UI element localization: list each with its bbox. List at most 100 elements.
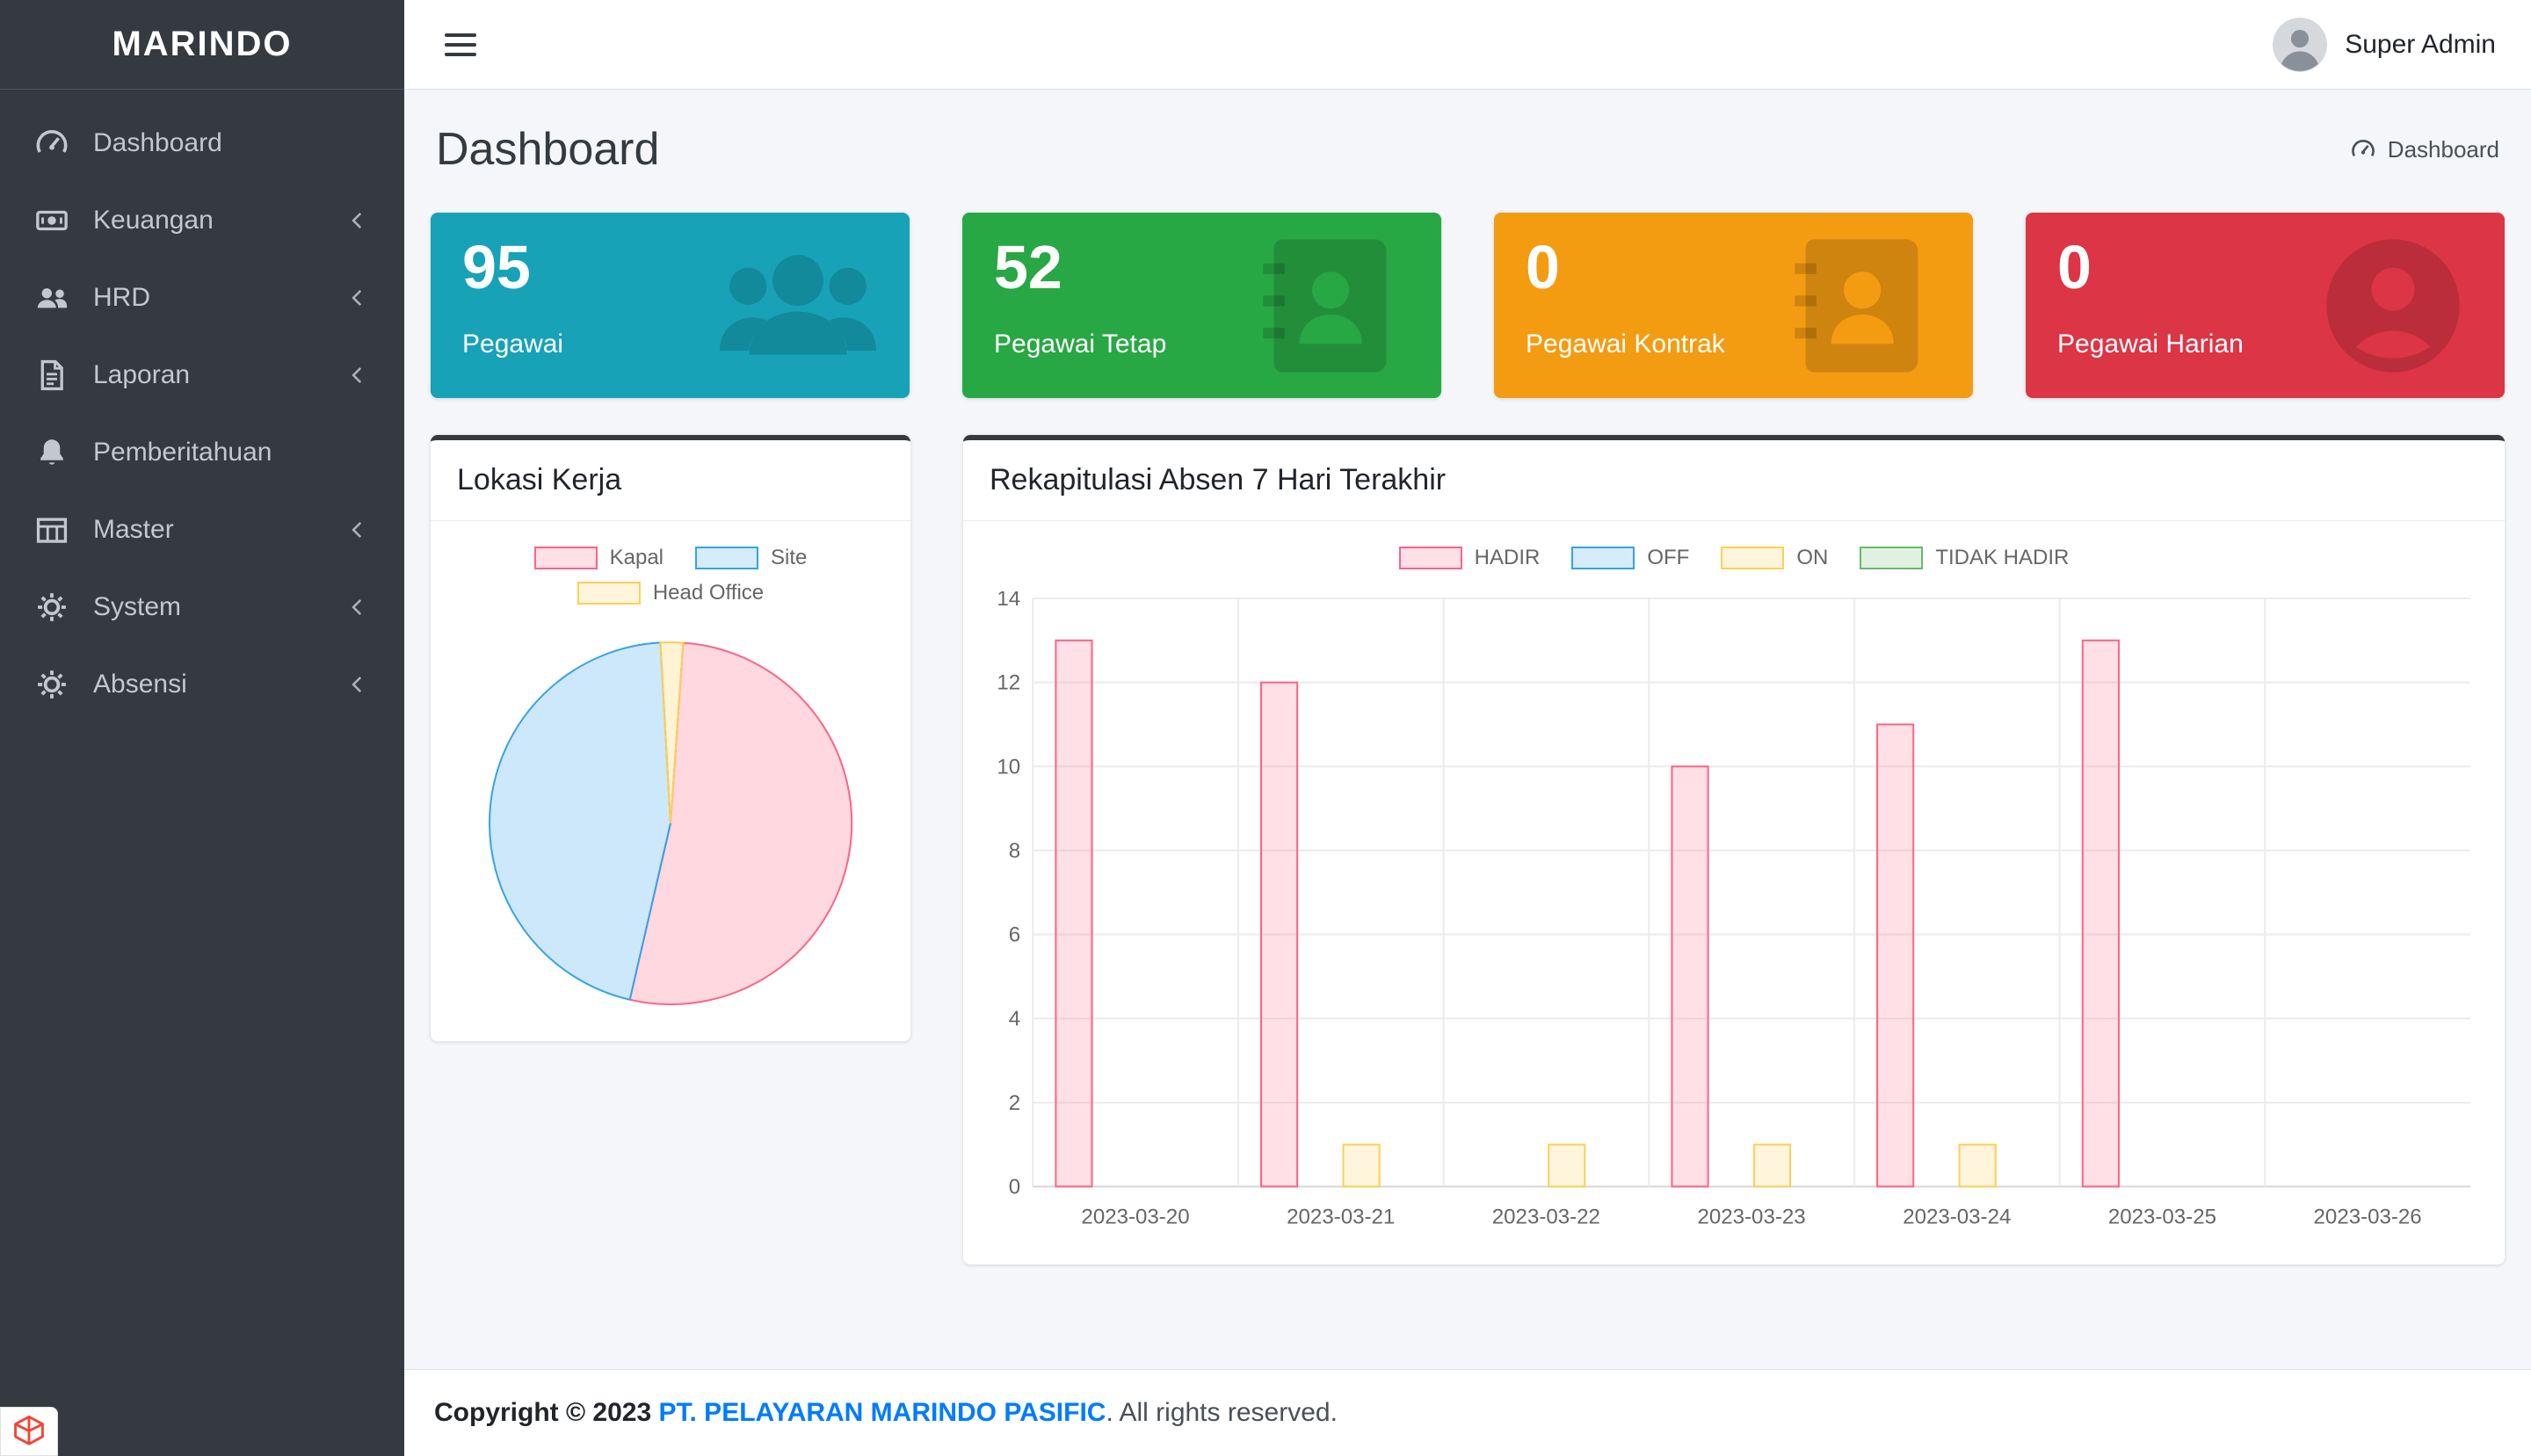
address-book-icon: [1783, 228, 1940, 384]
user-avatar: [2273, 18, 2327, 72]
people-group-icon: [720, 228, 876, 384]
absen-bar-chart: 024681012142023-03-202023-03-212023-03-2…: [984, 591, 2484, 1240]
sidebar-toggle-button[interactable]: [439, 25, 482, 65]
sidebar-item-label: HRD: [93, 283, 150, 313]
dashboard-icon: [2351, 137, 2375, 162]
table-icon: [35, 513, 69, 547]
brand-logo[interactable]: MARINDO: [0, 0, 404, 90]
sidebar-item-label: Laporan: [93, 360, 190, 390]
sidebar-item-laporan[interactable]: Laporan: [12, 337, 392, 413]
brand-title: MARINDO: [112, 25, 292, 64]
svg-text:2023-03-23: 2023-03-23: [1697, 1206, 1805, 1229]
address-book-icon: [1251, 228, 1408, 384]
page-title: Dashboard: [436, 123, 659, 176]
breadcrumb[interactable]: Dashboard: [2351, 136, 2499, 163]
sidebar-item-master[interactable]: Master: [12, 492, 392, 568]
sidebar-item-label: Pemberitahuan: [93, 438, 272, 467]
content-header: Dashboard Dashboard: [436, 123, 2499, 176]
chevron-left-icon: [346, 364, 369, 387]
svg-text:2023-03-25: 2023-03-25: [2108, 1206, 2216, 1229]
legend-swatch: [695, 547, 758, 569]
sidebar-item-label: Absensi: [93, 670, 187, 699]
breadcrumb-label: Dashboard: [2388, 136, 2499, 163]
lokasi-kerja-pie-chart: [452, 630, 889, 1017]
sidebar-item-hrd[interactable]: HRD: [12, 260, 392, 336]
svg-text:2023-03-24: 2023-03-24: [1903, 1206, 2011, 1229]
top-navbar: Super Admin: [404, 0, 2531, 90]
svg-text:14: 14: [997, 591, 1020, 611]
infobox-pegawai-harian: 0Pegawai Harian: [2026, 213, 2505, 398]
file-icon: [35, 359, 69, 392]
legend-label: ON: [1796, 546, 1828, 570]
sidebar-item-label: Master: [93, 515, 174, 545]
legend-item-tidak-hadir[interactable]: TIDAK HADIR: [1860, 546, 2069, 570]
tachometer-icon: [35, 127, 69, 160]
infobox-pegawai-kontrak: 0Pegawai Kontrak: [1494, 213, 1973, 398]
legend-swatch: [534, 547, 598, 569]
user-menu[interactable]: Super Admin: [2273, 18, 2496, 72]
debugbar-toggle[interactable]: [0, 1407, 58, 1456]
sidebar-item-label: Keuangan: [93, 206, 214, 235]
sidebar-item-label: System: [93, 592, 181, 622]
infobox-pegawai: 95Pegawai: [431, 213, 910, 398]
lokasi-kerja-card: Lokasi Kerja Kapal Site Head Office: [431, 435, 910, 1041]
content-wrapper: Dashboard Dashboard 95Pegawai 52Pegawai T…: [404, 90, 2531, 1369]
svg-text:8: 8: [1009, 839, 1020, 863]
sidebar-item-keuangan[interactable]: Keuangan: [12, 183, 392, 258]
legend-item-hadir[interactable]: HADIR: [1399, 546, 1541, 570]
legend-swatch: [1571, 547, 1635, 569]
user-name: Super Admin: [2345, 30, 2496, 60]
bell-icon: [35, 436, 69, 469]
chevron-left-icon: [346, 209, 369, 232]
sidebar-item-label: Dashboard: [93, 128, 222, 158]
card-title: Lokasi Kerja: [431, 440, 910, 521]
card-title: Rekapitulasi Absen 7 Hari Terakhir: [963, 440, 2505, 521]
person-circle-icon: [2315, 228, 2471, 384]
sidebar-item-pemberitahuan[interactable]: Pemberitahuan: [12, 415, 392, 490]
cards-row: Lokasi Kerja Kapal Site Head Office Rekapi…: [431, 435, 2505, 1264]
legend-item-site[interactable]: Site: [695, 546, 807, 570]
chevron-left-icon: [346, 596, 369, 619]
legend-swatch: [1721, 547, 1784, 569]
svg-text:2023-03-20: 2023-03-20: [1081, 1206, 1189, 1229]
legend-label: Head Office: [653, 581, 764, 605]
rekap-absen-card-body: HADIROFFONTIDAK HADIR 024681012142023-03…: [963, 521, 2505, 1264]
svg-text:2023-03-21: 2023-03-21: [1287, 1206, 1395, 1229]
money-icon: [35, 204, 69, 237]
copyright-text: Copyright © 2023: [434, 1398, 659, 1428]
svg-text:2023-03-26: 2023-03-26: [2314, 1206, 2422, 1229]
info-box-row: 95Pegawai 52Pegawai Tetap 0Pegawai Kontrak…: [431, 213, 2505, 398]
gear-icon: [35, 590, 69, 624]
bar-legend: HADIR OFF ON TIDAK HADIR: [984, 546, 2484, 570]
legend-item-kapal[interactable]: Kapal: [534, 546, 664, 570]
svg-text:4: 4: [1009, 1007, 1020, 1031]
gear-icon: [35, 668, 69, 701]
users-icon: [35, 281, 69, 315]
legend-item-on[interactable]: ON: [1721, 546, 1828, 570]
legend-label: HADIR: [1475, 546, 1541, 570]
rights-text: . All rights reserved.: [1106, 1398, 1337, 1428]
svg-text:0: 0: [1009, 1175, 1020, 1199]
svg-text:12: 12: [997, 671, 1020, 695]
legend-swatch: [1860, 547, 1923, 569]
legend-item-head-office[interactable]: Head Office: [577, 581, 764, 605]
legend-label: TIDAK HADIR: [1935, 546, 2069, 570]
debugbar-icon: [12, 1415, 46, 1448]
chevron-left-icon: [346, 518, 369, 541]
legend-label: Site: [771, 546, 807, 570]
pie-legend: Kapal Site Head Office: [464, 546, 877, 605]
sidebar-item-system[interactable]: System: [12, 569, 392, 645]
legend-label: Kapal: [610, 546, 664, 570]
sidebar-menu: Dashboard Keuangan HRD Laporan Pemberitahuan…: [0, 90, 404, 738]
company-link[interactable]: PT. PELAYARAN MARINDO PASIFIC: [659, 1398, 1106, 1428]
legend-swatch: [1399, 547, 1462, 569]
legend-swatch: [577, 582, 641, 605]
chevron-left-icon: [346, 286, 369, 309]
infobox-pegawai-tetap: 52Pegawai Tetap: [962, 213, 1441, 398]
sidebar-item-absensi[interactable]: Absensi: [12, 647, 392, 722]
legend-label: OFF: [1647, 546, 1689, 570]
legend-item-off[interactable]: OFF: [1571, 546, 1689, 570]
svg-text:2023-03-22: 2023-03-22: [1492, 1206, 1600, 1229]
sidebar-item-dashboard[interactable]: Dashboard: [12, 105, 392, 181]
svg-text:2: 2: [1009, 1091, 1020, 1115]
